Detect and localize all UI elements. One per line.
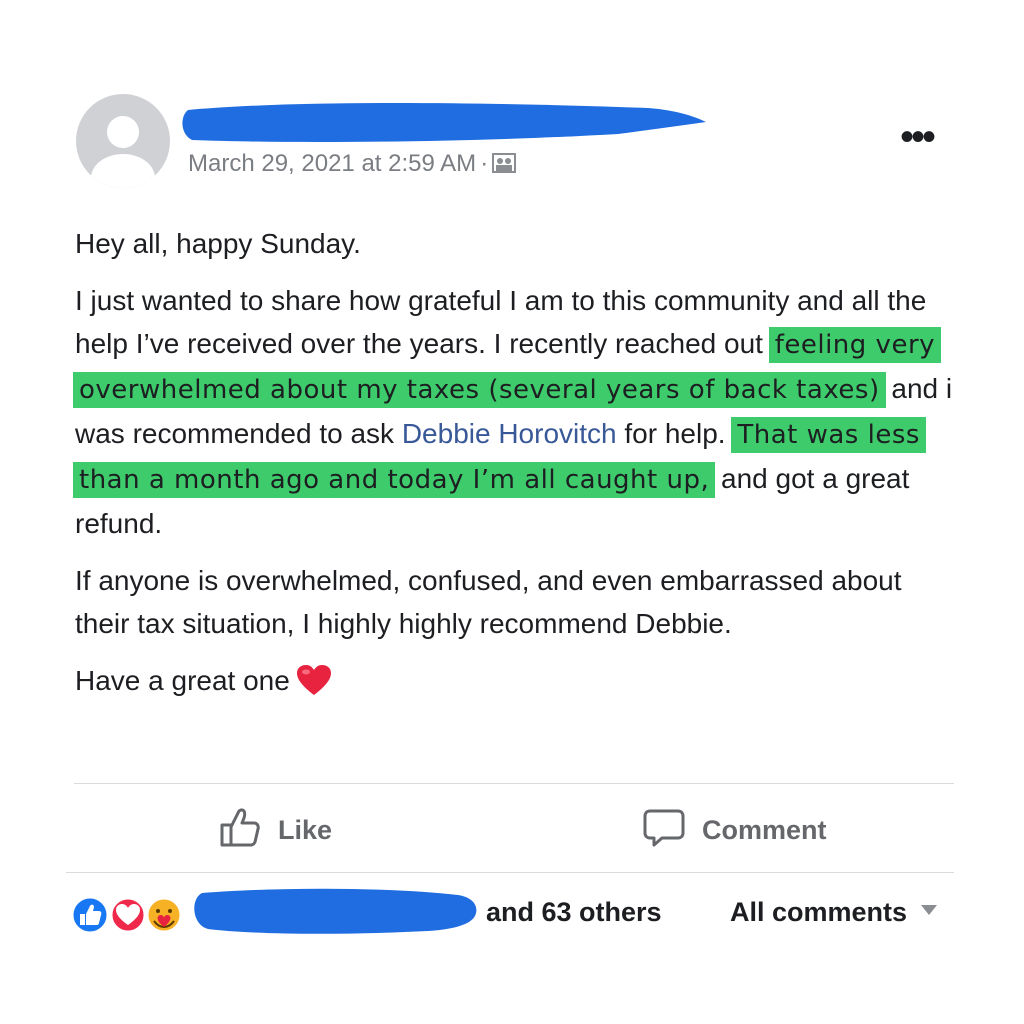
comment-button[interactable]: Comment: [642, 805, 827, 856]
redacted-author-name: [182, 103, 706, 142]
love-reaction-icon: [109, 896, 147, 934]
mention-link[interactable]: Debbie Horovitch: [402, 418, 617, 449]
care-reaction-icon: [145, 896, 183, 934]
post-paragraph-3: If anyone is overwhelmed, confused, and …: [75, 565, 902, 639]
more-options-button[interactable]: •••: [900, 117, 936, 157]
thumbs-up-icon: [218, 805, 278, 856]
post-timestamp[interactable]: March 29, 2021 at 2:59 AM: [188, 150, 476, 177]
reactions-count-text[interactable]: and 63 others: [486, 897, 662, 928]
post-paragraph-4: Have a great one: [75, 659, 955, 708]
avatar-body: [91, 154, 155, 188]
like-reaction-icon: [70, 895, 110, 935]
all-comments-dropdown[interactable]: All comments: [730, 897, 938, 928]
all-comments-label: All comments: [730, 897, 908, 927]
actions-divider-top: [74, 783, 954, 784]
profile-avatar[interactable]: [76, 94, 170, 188]
reactions-summary[interactable]: [68, 895, 188, 935]
actions-divider-bottom: [66, 872, 954, 873]
post-meta: March 29, 2021 at 2:59 AM ·: [188, 150, 517, 180]
redacted-reactor-names: [194, 888, 477, 934]
caret-down-icon: [921, 905, 938, 915]
meta-separator: ·: [480, 150, 489, 177]
paragraph-4-text: Have a great one: [75, 665, 290, 696]
avatar-head: [107, 116, 139, 148]
comment-bubble-icon: [642, 805, 702, 856]
group-audience-icon[interactable]: [492, 152, 517, 180]
paragraph-2-text-c: for help.: [624, 418, 726, 449]
red-heart-icon: [296, 664, 332, 708]
like-button[interactable]: Like: [218, 805, 332, 856]
like-label: Like: [278, 815, 333, 845]
comment-label: Comment: [702, 815, 827, 845]
post-body: Hey all, happy Sunday. I just wanted to …: [73, 222, 955, 722]
post-paragraph-2: I just wanted to share how grateful I am…: [73, 279, 955, 545]
post-paragraph-1: Hey all, happy Sunday.: [75, 228, 361, 259]
